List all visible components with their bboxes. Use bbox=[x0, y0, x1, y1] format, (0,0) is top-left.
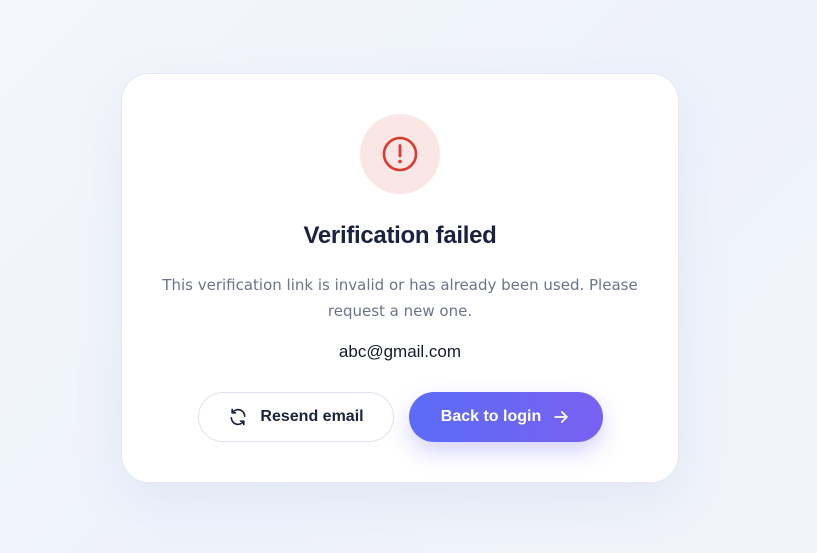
back-to-login-button[interactable]: Back to login bbox=[409, 392, 603, 442]
refresh-icon bbox=[228, 407, 248, 427]
email-address: abc@gmail.com bbox=[338, 342, 462, 361]
error-message: This verification link is invalid or has… bbox=[162, 276, 638, 320]
verification-card: Verification failed This verification li… bbox=[121, 73, 679, 483]
error-icon-badge bbox=[360, 114, 440, 194]
back-to-login-label: Back to login bbox=[440, 408, 542, 425]
arrow-right-icon bbox=[551, 407, 571, 427]
resend-email-label: Resend email bbox=[260, 408, 364, 425]
alert-circle-icon bbox=[382, 136, 418, 172]
page-title: Verification failed bbox=[303, 222, 497, 249]
resend-email-button[interactable]: Resend email bbox=[198, 392, 394, 442]
